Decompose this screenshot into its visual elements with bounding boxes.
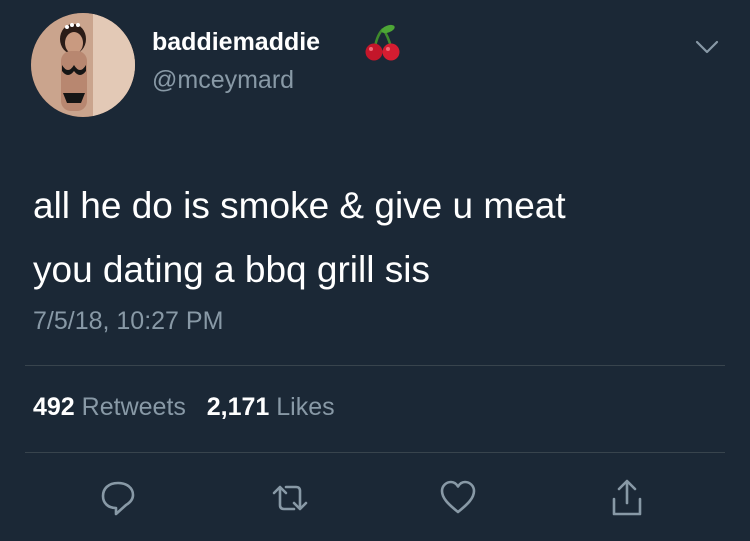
share-icon bbox=[612, 479, 642, 516]
cherry-emoji bbox=[365, 24, 400, 61]
tweet-stats: 492 Retweets 2,171 Likes bbox=[33, 393, 335, 422]
likes-stat[interactable]: 2,171 Likes bbox=[207, 393, 335, 421]
chevron-down-icon[interactable] bbox=[693, 37, 721, 57]
divider bbox=[25, 365, 725, 366]
user-handle[interactable]: @mceymard bbox=[152, 66, 294, 95]
reply-button[interactable] bbox=[98, 478, 138, 518]
divider bbox=[25, 452, 725, 453]
avatar[interactable] bbox=[31, 13, 135, 117]
tweet-line: you dating a bbq grill sis bbox=[33, 249, 430, 290]
retweet-button[interactable] bbox=[270, 478, 310, 518]
likes-count: 2,171 bbox=[206, 393, 270, 421]
retweets-stat[interactable]: 492 Retweets bbox=[33, 393, 193, 421]
like-button[interactable] bbox=[438, 478, 478, 518]
share-button[interactable] bbox=[607, 478, 647, 518]
heart-icon bbox=[440, 480, 476, 514]
likes-label: Likes bbox=[276, 393, 335, 421]
tweet-line: all he do is smoke & give u meat bbox=[33, 185, 566, 226]
tweet-text: all he do is smoke & give u meat you dat… bbox=[33, 174, 566, 302]
retweet-icon bbox=[272, 485, 308, 511]
retweets-count: 492 bbox=[33, 393, 75, 421]
tweet-timestamp: 7/5/18, 10:27 PM bbox=[33, 307, 224, 335]
display-name[interactable]: baddiemaddie bbox=[152, 28, 320, 57]
reply-icon bbox=[101, 481, 135, 516]
retweets-label: Retweets bbox=[81, 393, 186, 421]
